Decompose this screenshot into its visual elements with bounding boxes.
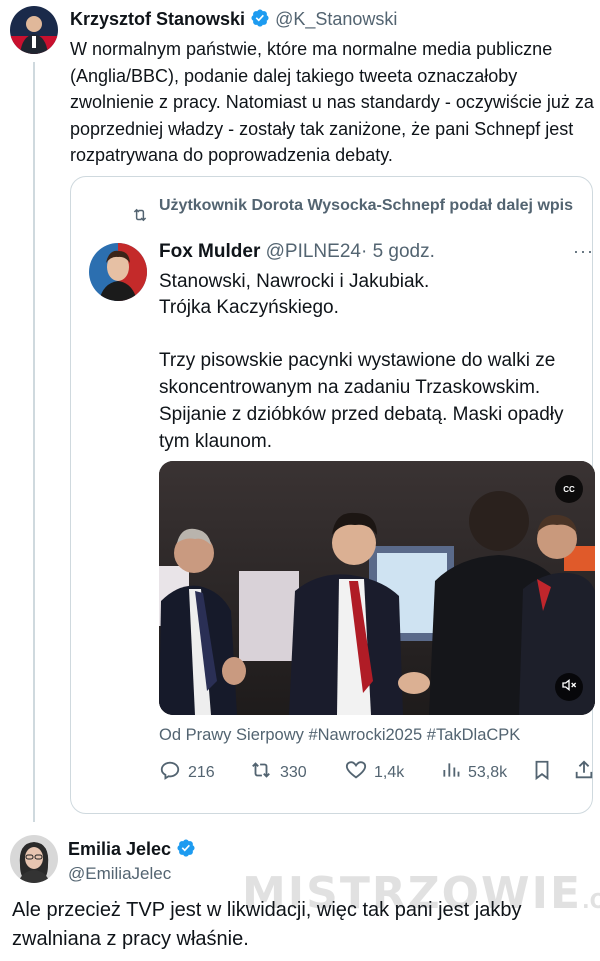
repost-count: 330 <box>280 763 307 781</box>
quoted-tweet-header: Fox Mulder @PILNE24· 5 godz. <box>159 241 435 263</box>
tweet1-author-name[interactable]: Krzysztof Stanowski <box>70 9 245 29</box>
speaker-muted-icon <box>561 677 577 698</box>
tweet2-header: Emilia Jelec <box>68 838 196 863</box>
mute-button[interactable] <box>555 673 583 701</box>
share-icon <box>573 759 595 786</box>
quoted-tweet-text-intro: Stanowski, Nawrocki i Jakubiak. Trójka K… <box>159 269 599 321</box>
quoted-author-name[interactable]: Fox Mulder <box>159 241 260 262</box>
repost-action[interactable]: 330 <box>249 759 307 786</box>
reply-icon <box>159 759 181 786</box>
tweet2-author-handle[interactable]: @EmiliaJelec <box>68 864 171 884</box>
share-action[interactable] <box>573 759 595 786</box>
views-count: 53,8k <box>468 763 508 781</box>
repost-context-label[interactable]: Użytkownik Dorota Wysocka-Schnepf podał … <box>159 195 579 216</box>
verified-badge-icon[interactable] <box>250 8 270 33</box>
bookmark-icon <box>531 759 553 786</box>
heart-icon <box>345 759 367 786</box>
captions-button[interactable]: CC <box>555 475 583 503</box>
like-count: 1,4k <box>374 763 405 781</box>
tweet-actions-bar: 216 330 1,4k 53,8k <box>159 759 595 783</box>
avatar-fox-mulder[interactable] <box>89 243 147 301</box>
quoted-tweet-text-body: Trzy pisowskie pacynki wystawione do wal… <box>159 350 564 452</box>
tweet1-text: W normalnym państwie, które ma normalne … <box>70 39 594 165</box>
like-action[interactable]: 1,4k <box>345 759 404 786</box>
avatar-emilia-jelec[interactable] <box>10 835 58 883</box>
reply-action[interactable]: 216 <box>159 759 215 786</box>
tweet2-author-name[interactable]: Emilia Jelec <box>68 839 171 859</box>
video-source-line[interactable]: Od Prawy Sierpowy #Nawrocki2025 #TakDlaC… <box>159 726 520 745</box>
tweet1-author-handle[interactable]: @K_Stanowski <box>275 9 397 29</box>
repost-action-icon <box>249 759 273 786</box>
tweet2-text: Ale przecież TVP jest w likwidacji, więc… <box>12 899 522 950</box>
quoted-author-handle[interactable]: @PILNE24 <box>266 241 361 262</box>
bookmark-action[interactable] <box>531 759 553 786</box>
captions-label: CC <box>563 484 575 494</box>
repost-icon <box>131 206 149 229</box>
verified-badge-icon[interactable] <box>176 838 196 863</box>
thread-connector-line <box>33 62 35 822</box>
video-frame-image <box>159 461 595 715</box>
quoted-tweet-card[interactable]: Użytkownik Dorota Wysocka-Schnepf podał … <box>70 176 595 814</box>
quoted-tweet-time[interactable]: · 5 godz. <box>361 241 435 262</box>
quoted-text-line1: Stanowski, Nawrocki i Jakubiak. <box>159 271 430 292</box>
avatar-krzysztof-stanowski[interactable] <box>10 6 58 54</box>
views-action[interactable]: 53,8k <box>441 759 507 786</box>
more-options-icon[interactable]: ··· <box>573 241 594 262</box>
tweet1-header: Krzysztof Stanowski @K_Stanowski <box>70 8 397 33</box>
video-player[interactable]: CC <box>159 461 595 715</box>
views-chart-icon <box>441 759 461 786</box>
quoted-text-line2: Trójka Kaczyńskiego. <box>159 297 339 318</box>
reply-count: 216 <box>188 763 215 781</box>
